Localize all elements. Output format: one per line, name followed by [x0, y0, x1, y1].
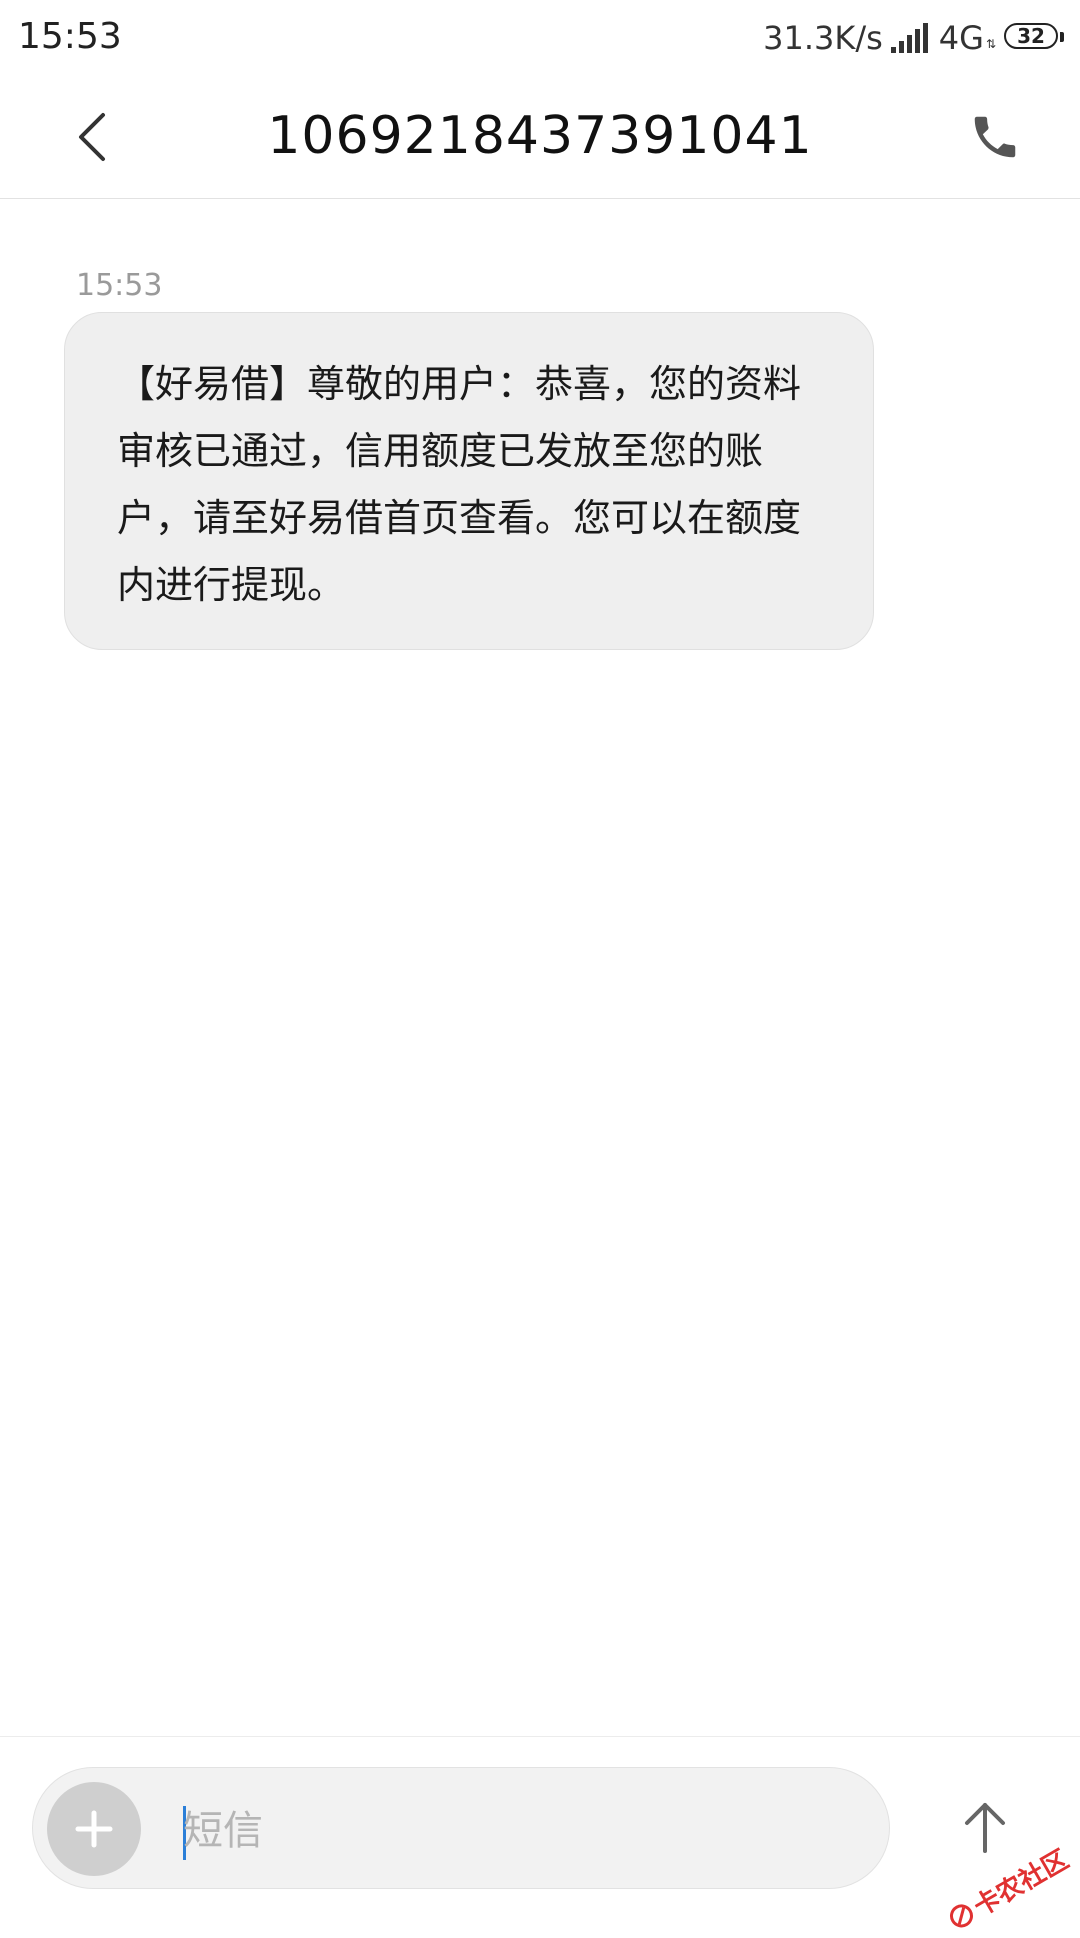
arrow-up-icon: [965, 1803, 1005, 1853]
input-container[interactable]: [32, 1767, 890, 1889]
call-button[interactable]: [960, 102, 1030, 172]
network-type: 4G: [938, 19, 984, 57]
status-bar: 15:53 31.3K/s 4G ⇅ 32: [0, 0, 1080, 76]
data-activity-icon: ⇅: [985, 37, 996, 51]
add-attachment-button[interactable]: [47, 1782, 141, 1876]
plus-icon: [75, 1810, 113, 1848]
message-timestamp: 15:53: [76, 268, 163, 303]
conversation-header: 1069218437391041: [0, 76, 1080, 199]
phone-icon: [974, 116, 1016, 158]
message-input[interactable]: [183, 1796, 823, 1866]
contact-number: 1069218437391041: [267, 106, 813, 166]
composer-bar: 卡农社区: [0, 1736, 1080, 1928]
battery-level: 32: [1004, 23, 1058, 49]
status-indicators: 31.3K/s 4G ⇅ 32: [763, 18, 1064, 58]
signal-icon: [890, 23, 928, 53]
send-button[interactable]: [950, 1787, 1020, 1867]
status-time: 15:53: [18, 16, 122, 57]
battery-icon: 32: [1004, 23, 1064, 53]
message-text: 【好易借】尊敬的用户：恭喜，您的资料审核已通过，信用额度已发放至您的账户，请至好…: [117, 362, 802, 607]
message-bubble[interactable]: 【好易借】尊敬的用户：恭喜，您的资料审核已通过，信用额度已发放至您的账户，请至好…: [64, 312, 874, 650]
network-speed: 31.3K/s: [763, 19, 883, 57]
